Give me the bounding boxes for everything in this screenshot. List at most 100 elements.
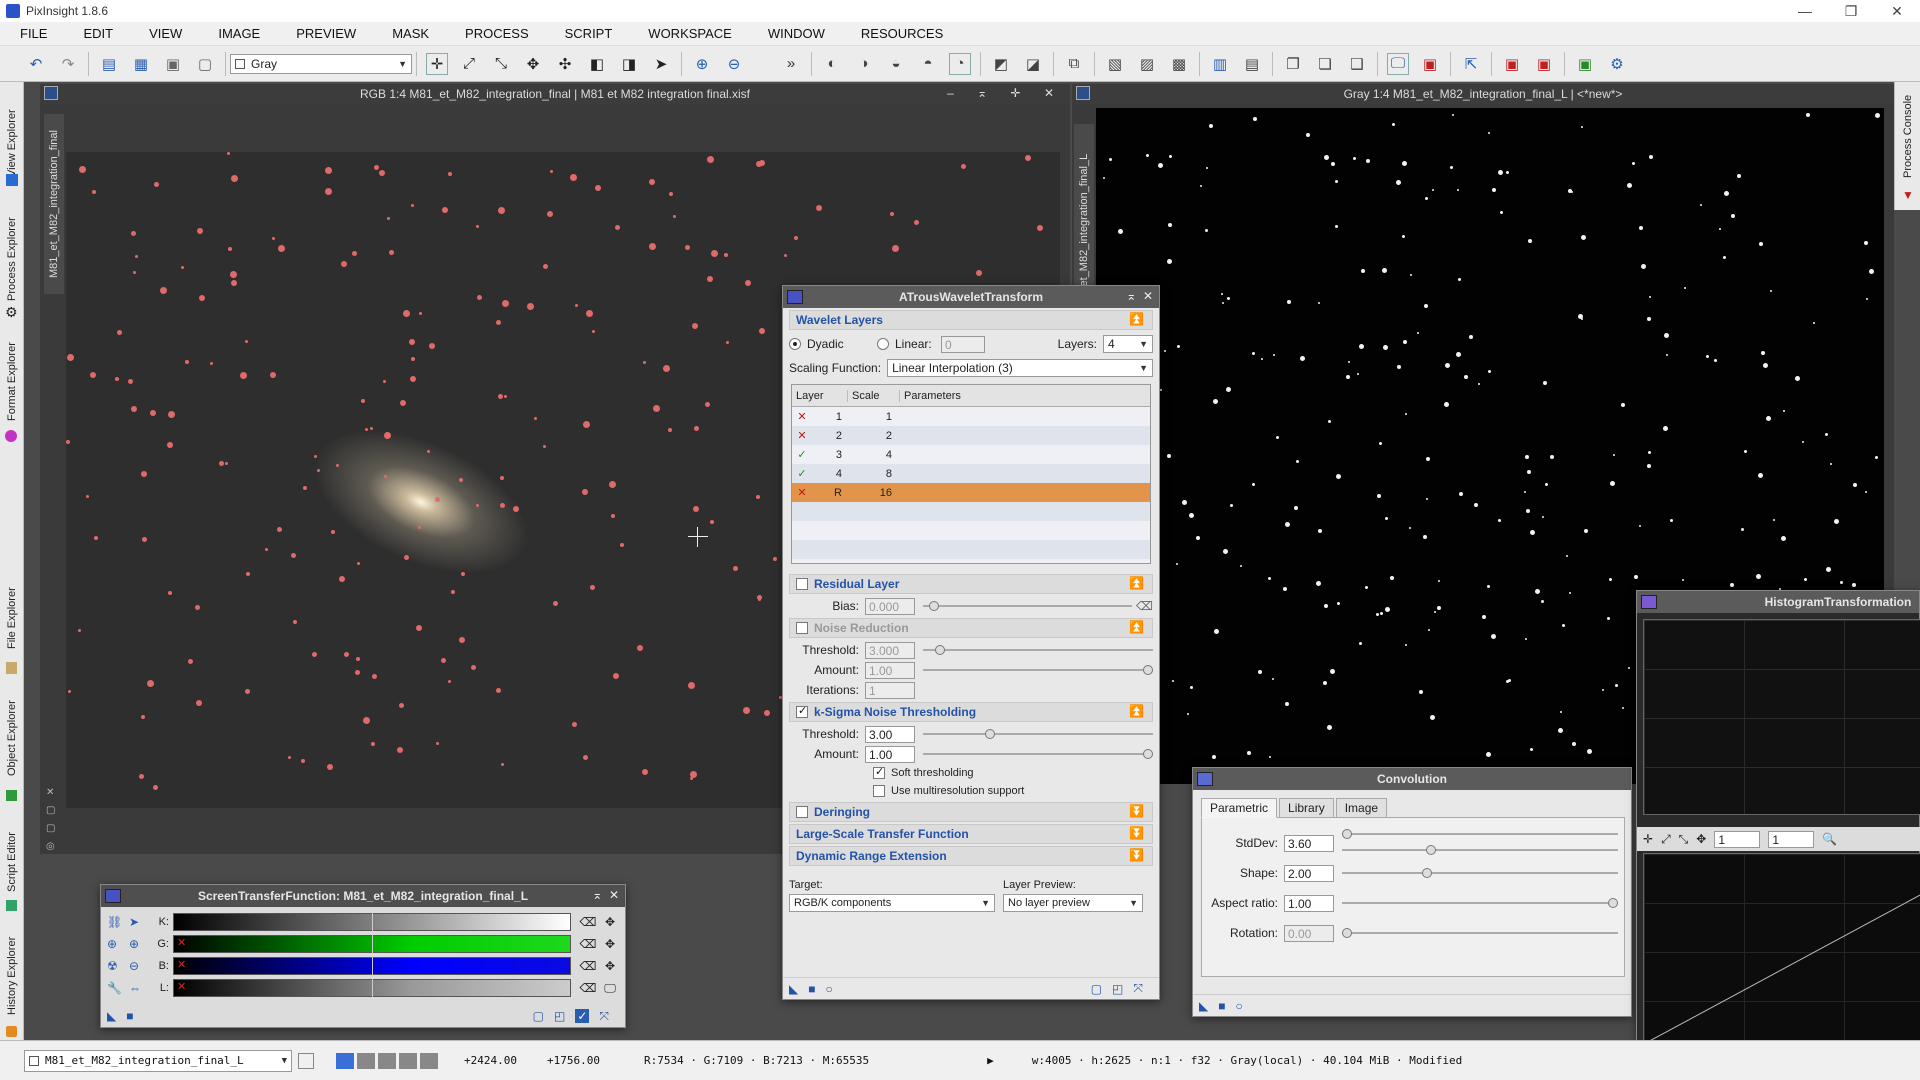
- link-icon[interactable]: ⛓: [107, 915, 129, 929]
- layer-preview-combo[interactable]: No layer preview ▼: [1003, 894, 1143, 912]
- monitor-arrow-icon[interactable]: ⇱: [1460, 53, 1482, 75]
- documentation-icon[interactable]: ◰: [554, 1009, 565, 1023]
- toolbar-overflow-icon[interactable]: »: [780, 53, 802, 75]
- layers-combo[interactable]: 4 ▼: [1103, 335, 1153, 353]
- aspect-field[interactable]: 1.00: [1284, 894, 1334, 912]
- process-icon-3[interactable]: ▩: [1168, 53, 1190, 75]
- menu-image[interactable]: IMAGE: [198, 26, 276, 41]
- dyadic-radio[interactable]: [789, 338, 801, 350]
- layer-enabled-icon[interactable]: ✓: [792, 467, 812, 480]
- tab-process-explorer[interactable]: Process Explorer: [2, 200, 22, 318]
- wrench-icon[interactable]: 🔧: [107, 981, 129, 995]
- shape-slider[interactable]: [1342, 866, 1618, 880]
- view-mini-toolbar[interactable]: ✕ ▢ ▢ ◎: [46, 784, 55, 856]
- preview-icon[interactable]: ▢: [533, 1009, 544, 1023]
- red-window-icon[interactable]: ▣: [1501, 53, 1523, 75]
- layer-disabled-icon[interactable]: ✕: [792, 486, 812, 499]
- tab-process-console[interactable]: Process Console: [1898, 86, 1918, 186]
- histogram-title-bar[interactable]: HistogramTransformation: [1637, 591, 1919, 613]
- zoom-out-icon[interactable]: ⊖: [129, 959, 151, 973]
- zoom-v-field[interactable]: 1: [1768, 830, 1815, 848]
- section-ksigma[interactable]: k-Sigma Noise Thresholding⏫: [789, 702, 1153, 722]
- close-image-icon[interactable]: ▢: [194, 53, 216, 75]
- process-icon-2[interactable]: ▨: [1136, 53, 1158, 75]
- zoom-icon[interactable]: 🔍: [1822, 832, 1837, 846]
- apply-icon[interactable]: ○: [825, 982, 832, 996]
- linear-radio[interactable]: [877, 338, 889, 350]
- mask-icon[interactable]: ◐: [821, 53, 843, 75]
- reset-channel-icon[interactable]: ⌫: [577, 915, 599, 929]
- readout-icon[interactable]: ➤: [650, 53, 672, 75]
- red-window2-icon[interactable]: ▣: [1533, 53, 1555, 75]
- table-row[interactable]: ✕ 1 1: [792, 407, 1150, 426]
- zoom-out-icon[interactable]: ⊖: [723, 53, 745, 75]
- view-lock-icon[interactable]: [298, 1052, 314, 1069]
- tab-file-explorer[interactable]: File Explorer: [2, 562, 22, 674]
- nr-threshold-slider[interactable]: [923, 643, 1153, 657]
- window-icon-3[interactable]: ❑: [1346, 53, 1368, 75]
- shape-field[interactable]: 2.00: [1284, 864, 1334, 882]
- window-icon-2[interactable]: ❏: [1314, 53, 1336, 75]
- stf-title-bar[interactable]: ScreenTransferFunction: M81_et_M82_integ…: [101, 885, 625, 907]
- menu-edit[interactable]: EDIT: [63, 26, 129, 41]
- stf-link-icon[interactable]: ⧉: [1063, 53, 1085, 75]
- tab-format-explorer[interactable]: Format Explorer: [2, 326, 22, 438]
- apply-check-icon[interactable]: ✓: [575, 1009, 590, 1023]
- nr-amount-field[interactable]: 1.00: [865, 661, 915, 679]
- zoom-fit-icon[interactable]: ⤡: [490, 53, 512, 75]
- section-residual-layer[interactable]: Residual Layer ⏫: [789, 574, 1153, 594]
- mask-show-icon[interactable]: ◑: [853, 53, 875, 75]
- linear-value-field[interactable]: 0: [941, 335, 985, 353]
- atrous-title-bar[interactable]: ATrousWaveletTransform ⌅ ✕: [783, 286, 1159, 308]
- center-icon[interactable]: ✣: [554, 53, 576, 75]
- menu-view[interactable]: VIEW: [129, 26, 198, 41]
- section-noise-reduction[interactable]: Noise Reduction ⏫: [789, 618, 1153, 638]
- ksigma-checkbox[interactable]: [796, 704, 808, 718]
- stf-channel-slider[interactable]: ✕: [173, 956, 571, 976]
- rotation-slider[interactable]: [1342, 926, 1618, 940]
- pan-icon[interactable]: ✥: [1696, 832, 1706, 846]
- reset-icon[interactable]: ⌫: [1136, 599, 1153, 613]
- green-window-icon[interactable]: ▣: [1574, 53, 1596, 75]
- radioactive-icon[interactable]: ☢: [107, 959, 129, 973]
- menu-preview[interactable]: PREVIEW: [276, 26, 372, 41]
- mask-invert-icon[interactable]: ◒: [885, 53, 907, 75]
- auto-stretch-icon[interactable]: ✥: [599, 959, 621, 973]
- redo-icon[interactable]: ↷: [57, 53, 79, 75]
- layer-disabled-icon[interactable]: ✕: [792, 410, 812, 423]
- view-selector-combo[interactable]: M81_et_M82_integration_final_L ▼: [24, 1049, 292, 1072]
- section-dynamic-range[interactable]: Dynamic Range Extension ⏬: [789, 846, 1153, 866]
- section-large-scale-transfer[interactable]: Large-Scale Transfer Function ⏬: [789, 824, 1153, 844]
- stddev-field[interactable]: 3.60: [1284, 834, 1334, 852]
- tab-parametric[interactable]: Parametric: [1201, 798, 1278, 818]
- preview-icon[interactable]: ▢: [1091, 982, 1102, 996]
- auto-stretch-icon[interactable]: ✥: [599, 937, 621, 951]
- open-icon[interactable]: ▦: [130, 53, 152, 75]
- monitor-red-icon[interactable]: ▣: [1419, 53, 1441, 75]
- rgb-side-tab[interactable]: M81_et_M82_integration_final: [44, 114, 64, 294]
- menu-script[interactable]: SCRIPT: [545, 26, 629, 41]
- minimize-button[interactable]: —: [1782, 3, 1828, 20]
- rgb-window-title-bar[interactable]: RGB 1:4 M81_et_M82_integration_final | M…: [40, 84, 1070, 104]
- stf-channel-slider[interactable]: [173, 912, 571, 932]
- histogram-output-graph[interactable]: [1643, 853, 1920, 1051]
- window-icon-1[interactable]: ❐: [1282, 53, 1304, 75]
- menu-window[interactable]: WINDOW: [748, 26, 841, 41]
- tab-library[interactable]: Library: [1279, 798, 1334, 818]
- noise-reduction-checkbox[interactable]: [796, 622, 808, 634]
- nr-iterations-field[interactable]: 1: [865, 681, 915, 699]
- stddev-slider[interactable]: [1342, 829, 1618, 857]
- menu-file[interactable]: FILE: [0, 26, 63, 41]
- monitor-icon[interactable]: 🖵: [1387, 52, 1409, 75]
- collapse-icon[interactable]: ⏫: [1129, 312, 1144, 326]
- zoom-fit-icon[interactable]: ⤢: [1661, 832, 1671, 847]
- scaling-function-combo[interactable]: Linear Interpolation (3) ▼: [887, 359, 1153, 377]
- reset-channel-icon[interactable]: ⌫: [577, 937, 599, 951]
- zoom-icon[interactable]: ⊕: [129, 937, 151, 951]
- crosshair-icon[interactable]: ✛: [1643, 832, 1653, 846]
- ks-threshold-slider[interactable]: [923, 727, 1153, 741]
- table-row[interactable]: ✓ 4 8: [792, 464, 1150, 483]
- documentation-icon[interactable]: ◰: [1112, 982, 1123, 996]
- soft-thresholding-checkbox[interactable]: [873, 765, 885, 779]
- target-combo[interactable]: RGB/K components ▼: [789, 894, 995, 912]
